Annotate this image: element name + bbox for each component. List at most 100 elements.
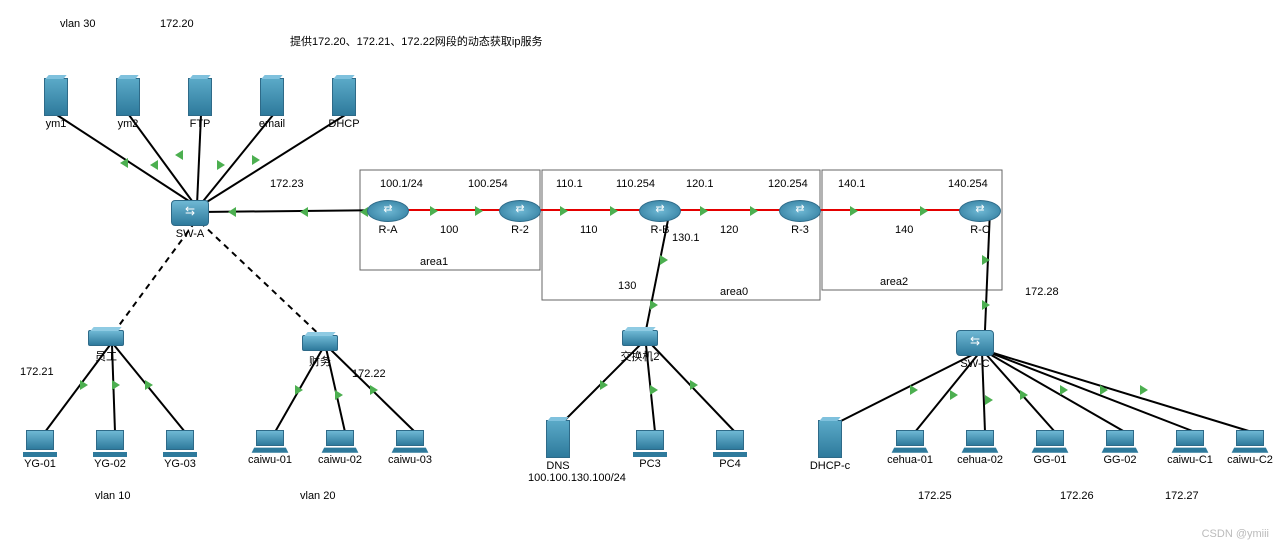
- net-120: 120: [720, 224, 738, 236]
- lbl-17226: 172.26: [1060, 490, 1094, 502]
- node-pc4[interactable]: PC4: [700, 430, 760, 470]
- lbl-17222: 172.22: [352, 368, 386, 380]
- node-email[interactable]: email: [242, 78, 302, 130]
- node-swc[interactable]: SW-C: [945, 330, 1005, 370]
- node-rb[interactable]: R-B: [630, 200, 690, 236]
- node-pc3[interactable]: PC3: [620, 430, 680, 470]
- lbl-100-254: 100.254: [468, 178, 508, 190]
- laptop-icon: [893, 430, 927, 452]
- node-label: caiwu-C1: [1160, 454, 1220, 466]
- node-label: 财务: [290, 353, 350, 369]
- node-label: GG-02: [1090, 454, 1150, 466]
- node-ce02[interactable]: cehua-02: [950, 430, 1010, 466]
- node-label: 交换机2: [610, 348, 670, 364]
- node-yg_sw[interactable]: 员工: [76, 330, 136, 364]
- lbl-17228: 172.28: [1025, 286, 1059, 298]
- node-label: GG-01: [1020, 454, 1080, 466]
- node-label: DNS: [528, 460, 588, 472]
- node-cw02[interactable]: caiwu-02: [310, 430, 370, 466]
- node-dhcp[interactable]: DHCP: [314, 78, 374, 130]
- node-label: SW-C: [945, 358, 1005, 370]
- laptop-icon: [1233, 430, 1267, 452]
- node-cwc1[interactable]: caiwu-C1: [1160, 430, 1220, 466]
- node-yg01[interactable]: YG-01: [10, 430, 70, 470]
- node-gg01[interactable]: GG-01: [1020, 430, 1080, 466]
- lbl-140-254: 140.254: [948, 178, 988, 190]
- laptop-icon: [393, 430, 427, 452]
- node-yg03[interactable]: YG-03: [150, 430, 210, 470]
- router-icon: [639, 200, 681, 222]
- server-icon: [116, 78, 140, 116]
- pc-icon: [23, 430, 57, 456]
- router-icon: [499, 200, 541, 222]
- node-cw03[interactable]: caiwu-03: [380, 430, 440, 466]
- server-icon: [546, 420, 570, 458]
- server-icon: [260, 78, 284, 116]
- node-gg02[interactable]: GG-02: [1090, 430, 1150, 466]
- lbl-17227: 172.27: [1165, 490, 1199, 502]
- area1: area1: [420, 256, 448, 268]
- node-label: caiwu-02: [310, 454, 370, 466]
- pc-icon: [633, 430, 667, 456]
- node-label: YG-01: [10, 458, 70, 470]
- pc-icon: [713, 430, 747, 456]
- node-yg02[interactable]: YG-02: [80, 430, 140, 470]
- switch-icon: [88, 330, 124, 346]
- node-label: DHCP-c: [800, 460, 860, 472]
- laptop-icon: [323, 430, 357, 452]
- pc-icon: [163, 430, 197, 456]
- node-ym2[interactable]: ym2: [98, 78, 158, 130]
- lbl-130-1: 130.1: [672, 232, 700, 244]
- server-icon: [44, 78, 68, 116]
- lbl-17221: 172.21: [20, 366, 54, 378]
- node-label: R-2: [490, 224, 550, 236]
- node-label: YG-02: [80, 458, 140, 470]
- node-label: ym1: [26, 118, 86, 130]
- node-swa[interactable]: SW-A: [160, 200, 220, 240]
- node-label: ym2: [98, 118, 158, 130]
- node-r3[interactable]: R-3: [770, 200, 830, 236]
- watermark: CSDN @ymiii: [1202, 528, 1269, 540]
- node-dns[interactable]: DNS100.100.130.100/24: [528, 420, 588, 484]
- router-icon: [959, 200, 1001, 222]
- switch-icon: [622, 330, 658, 346]
- node-label: cehua-01: [880, 454, 940, 466]
- lbl-17225: 172.25: [918, 490, 952, 502]
- lbl-110-254: 110.254: [616, 178, 655, 190]
- node-label: R-A: [358, 224, 418, 236]
- vlan10: vlan 10: [95, 490, 130, 502]
- laptop-icon: [1103, 430, 1137, 452]
- router-icon: [367, 200, 409, 222]
- laptop-icon: [1173, 430, 1207, 452]
- lbl-110-1: 110.1: [556, 178, 583, 190]
- node-cw_sw[interactable]: 财务: [290, 335, 350, 369]
- node-sublabel: 100.100.130.100/24: [528, 472, 588, 484]
- node-label: caiwu-01: [240, 454, 300, 466]
- laptop-icon: [253, 430, 287, 452]
- pc-icon: [93, 430, 127, 456]
- node-sw2[interactable]: 交换机2: [610, 330, 670, 364]
- laptop-icon: [963, 430, 997, 452]
- node-ym1[interactable]: ym1: [26, 78, 86, 130]
- l3switch-icon: [171, 200, 209, 226]
- node-cw01[interactable]: caiwu-01: [240, 430, 300, 466]
- switch-icon: [302, 335, 338, 351]
- node-ce01[interactable]: cehua-01: [880, 430, 940, 466]
- node-r2[interactable]: R-2: [490, 200, 550, 236]
- node-ra[interactable]: R-A: [358, 200, 418, 236]
- node-cwc2[interactable]: caiwu-C2: [1220, 430, 1275, 466]
- node-label: PC3: [620, 458, 680, 470]
- vlan20: vlan 20: [300, 490, 335, 502]
- net-100: 100: [440, 224, 458, 236]
- title: 提供172.20、172.21、172.22网段的动态获取ip服务: [290, 33, 543, 49]
- node-dhcpc[interactable]: DHCP-c: [800, 420, 860, 472]
- lbl-100-1: 100.1/24: [380, 178, 423, 190]
- server-icon: [188, 78, 212, 116]
- node-ftp[interactable]: FTP: [170, 78, 230, 130]
- router-icon: [779, 200, 821, 222]
- node-label: caiwu-C2: [1220, 454, 1275, 466]
- lbl-120-1: 120.1: [686, 178, 714, 190]
- node-rc[interactable]: R-C: [950, 200, 1010, 236]
- node-label: SW-A: [160, 228, 220, 240]
- node-label: PC4: [700, 458, 760, 470]
